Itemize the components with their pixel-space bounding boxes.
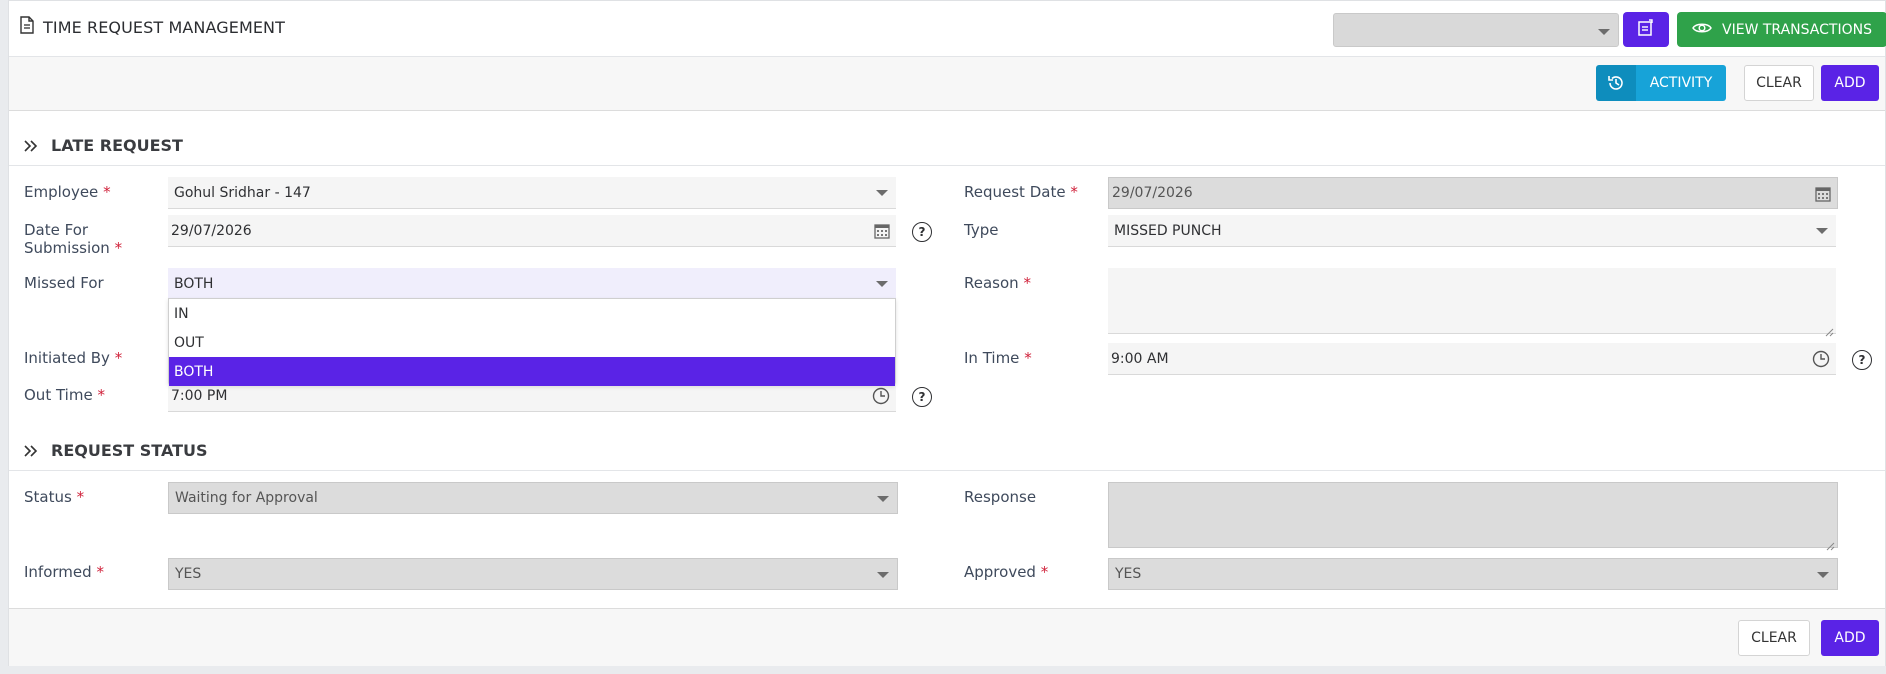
status-value: Waiting for Approval	[175, 490, 318, 506]
page-container: TIME REQUEST MANAGEMENT VIEW TRANSACTION…	[8, 0, 1886, 666]
calendar-icon[interactable]	[1815, 186, 1831, 206]
double-chevron-right-icon	[23, 138, 39, 157]
out-time-value: 7:00 PM	[171, 387, 228, 404]
double-chevron-right-icon	[23, 443, 39, 462]
late-request-section-header[interactable]: LATE REQUEST	[9, 126, 1885, 166]
request-status-title: REQUEST STATUS	[51, 441, 208, 460]
clock-icon[interactable]	[872, 387, 890, 409]
response-label: Response	[964, 488, 1037, 506]
employee-select[interactable]: Gohul Sridhar - 147	[168, 177, 896, 209]
footer-add-button[interactable]: ADD	[1821, 620, 1879, 656]
document-icon	[19, 16, 35, 38]
eye-icon	[1692, 21, 1712, 39]
in-time-label: In Time *	[964, 349, 1032, 367]
bottom-toolbar: CLEAR ADD	[9, 608, 1885, 666]
add-button[interactable]: ADD	[1821, 65, 1879, 101]
request-date-value: 29/07/2026	[1112, 185, 1193, 201]
in-time-value: 9:00 AM	[1111, 350, 1169, 367]
request-date-field[interactable]: 29/07/2026	[1108, 177, 1838, 209]
top-select[interactable]	[1333, 13, 1619, 47]
missed-for-dropdown: IN OUT BOTH	[168, 298, 896, 386]
view-transactions-button[interactable]: VIEW TRANSACTIONS	[1677, 12, 1886, 47]
reason-label: Reason *	[964, 274, 1031, 292]
clock-icon[interactable]	[1812, 350, 1830, 372]
note-edit-icon	[1637, 18, 1655, 41]
status-select[interactable]: Waiting for Approval	[168, 482, 898, 514]
missed-for-select[interactable]: BOTH	[168, 268, 896, 300]
date-for-submission-value: 29/07/2026	[171, 222, 252, 239]
help-circle-icon[interactable]: ?	[912, 387, 932, 407]
approved-label: Approved *	[964, 563, 1049, 581]
request-date-label: Request Date *	[964, 183, 1078, 201]
in-time-field[interactable]: 9:00 AM	[1108, 343, 1836, 375]
clear-button[interactable]: CLEAR	[1744, 65, 1814, 101]
informed-value: YES	[175, 566, 202, 582]
reason-textarea[interactable]	[1108, 268, 1836, 337]
top-toolbar: ACTIVITY CLEAR ADD	[9, 57, 1885, 111]
employee-label: Employee *	[24, 183, 111, 201]
informed-label: Informed *	[24, 563, 104, 581]
title-wrap: TIME REQUEST MANAGEMENT	[19, 16, 285, 38]
late-request-title: LATE REQUEST	[51, 136, 183, 155]
approved-value: YES	[1115, 566, 1142, 582]
caret-down-icon	[876, 190, 888, 196]
calendar-icon[interactable]	[874, 223, 890, 243]
caret-down-icon	[876, 281, 888, 287]
date-for-submission-label: Date For Submission *	[24, 221, 123, 257]
notes-button[interactable]	[1623, 12, 1669, 47]
activity-label: ACTIVITY	[1636, 65, 1726, 101]
date-for-submission-field[interactable]: 29/07/2026	[168, 215, 896, 247]
page-title: TIME REQUEST MANAGEMENT	[43, 17, 285, 37]
help-circle-icon[interactable]: ?	[1852, 350, 1872, 370]
help-circle-icon[interactable]: ?	[912, 222, 932, 242]
type-value: MISSED PUNCH	[1114, 222, 1222, 239]
missed-for-label: Missed For	[24, 274, 104, 292]
caret-down-icon	[1817, 572, 1829, 578]
missed-for-value: BOTH	[174, 275, 214, 292]
initiated-by-label: Initiated By *	[24, 349, 123, 367]
caret-down-icon	[1598, 29, 1610, 35]
caret-down-icon	[1816, 228, 1828, 234]
activity-button[interactable]: ACTIVITY	[1596, 65, 1726, 101]
caret-down-icon	[877, 496, 889, 502]
caret-down-icon	[877, 572, 889, 578]
type-select[interactable]: MISSED PUNCH	[1108, 215, 1836, 247]
resize-handle-icon[interactable]	[1825, 322, 1834, 337]
view-transactions-label: VIEW TRANSACTIONS	[1722, 21, 1872, 38]
dropdown-option[interactable]: IN	[169, 299, 895, 328]
request-status-section-header[interactable]: REQUEST STATUS	[9, 431, 1885, 471]
response-textarea[interactable]	[1108, 482, 1838, 551]
dropdown-option-selected[interactable]: BOTH	[169, 357, 895, 386]
employee-value: Gohul Sridhar - 147	[174, 184, 311, 201]
footer-clear-button[interactable]: CLEAR	[1738, 620, 1810, 656]
page-header: TIME REQUEST MANAGEMENT VIEW TRANSACTION…	[9, 1, 1886, 57]
status-label: Status *	[24, 488, 85, 506]
history-icon	[1596, 65, 1636, 101]
approved-select[interactable]: YES	[1108, 558, 1838, 590]
type-label: Type	[964, 221, 999, 239]
dropdown-option[interactable]: OUT	[169, 328, 895, 357]
informed-select[interactable]: YES	[168, 558, 898, 590]
resize-handle-icon[interactable]	[1826, 536, 1835, 551]
out-time-label: Out Time *	[24, 386, 105, 404]
